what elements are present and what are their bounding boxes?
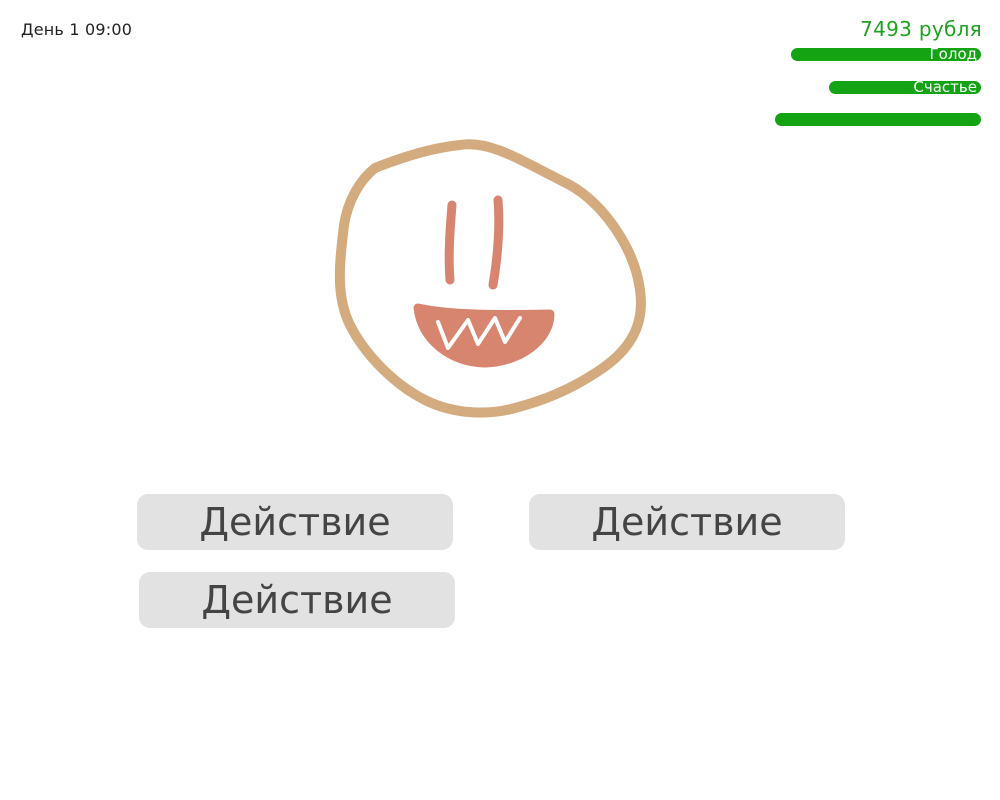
hunger-bar: Голод	[791, 45, 981, 63]
action-button-1[interactable]: Действие	[137, 494, 453, 550]
right-eye	[488, 195, 504, 290]
game-screen: День 1 09:00 7493 рубля Голод Счастье Де…	[0, 0, 1000, 800]
smiling-face-icon	[334, 139, 646, 418]
third-stat-bar	[775, 113, 981, 126]
action-button-3[interactable]: Действие	[139, 572, 455, 628]
happiness-bar-label: Счастье	[913, 78, 977, 96]
money-display: 7493 рубля	[860, 17, 982, 41]
happiness-bar: Счастье	[829, 78, 981, 96]
character-face	[330, 130, 650, 430]
day-time-display: День 1 09:00	[21, 20, 133, 39]
left-eye	[444, 200, 457, 285]
hunger-bar-label: Голод	[929, 45, 977, 63]
action-button-2[interactable]: Действие	[529, 494, 845, 550]
